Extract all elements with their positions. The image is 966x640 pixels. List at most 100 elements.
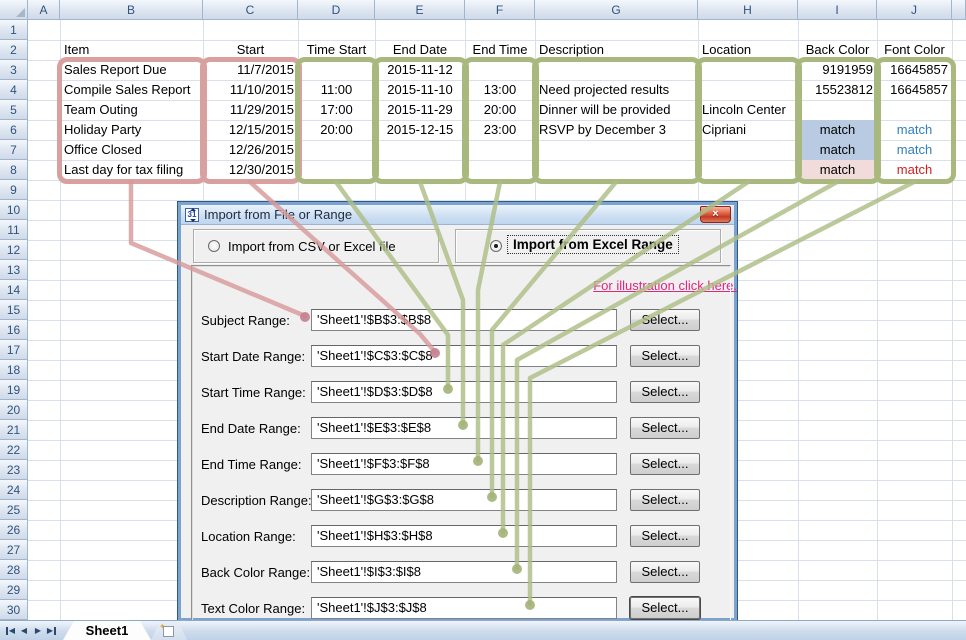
row-header-25[interactable]: 25	[0, 500, 28, 520]
column-header-J[interactable]: J	[877, 0, 952, 20]
row-header-12[interactable]: 12	[0, 240, 28, 260]
insert-worksheet-tab[interactable]: ✦	[151, 621, 187, 640]
range-outline-F	[462, 57, 539, 184]
row-header-4[interactable]: 4	[0, 80, 28, 100]
icon-down-arrow	[190, 219, 196, 222]
calendar-31-icon: 31	[185, 208, 199, 222]
first-sheet-icon[interactable]: ◀	[3, 621, 17, 640]
radio-import-range[interactable]	[490, 240, 502, 252]
range-outline-J	[874, 57, 956, 184]
range-input-G[interactable]: 'Sheet1'!$G$3:$G$8	[311, 489, 617, 511]
row-header-14[interactable]: 14	[0, 280, 28, 300]
radio-import-csv[interactable]	[208, 240, 220, 252]
column-header-C[interactable]: C	[203, 0, 298, 20]
row-header-8[interactable]: 8	[0, 160, 28, 180]
import-dialog: 31 Import from File or Range × Import fr…	[178, 202, 737, 621]
previous-sheet-icon[interactable]: ◀	[17, 621, 31, 640]
close-icon[interactable]: ×	[700, 206, 731, 223]
dialog-titlebar[interactable]: 31 Import from File or Range ×	[181, 205, 734, 225]
row-header-26[interactable]: 26	[0, 520, 28, 540]
row-header-23[interactable]: 23	[0, 460, 28, 480]
select-all-corner[interactable]	[0, 0, 28, 20]
row-header-1[interactable]: 1	[0, 20, 28, 40]
row-header-27[interactable]: 27	[0, 540, 28, 560]
row-header-16[interactable]: 16	[0, 320, 28, 340]
row-header-28[interactable]: 28	[0, 560, 28, 580]
gridline	[28, 200, 966, 201]
excel-window: ABCDEFGHIJ123456789101112131415161718192…	[0, 0, 966, 640]
field-label-J: Text Color Range:	[201, 601, 313, 616]
row-header-6[interactable]: 6	[0, 120, 28, 140]
select-button-I[interactable]: Select...	[630, 561, 700, 583]
select-button-H[interactable]: Select...	[630, 525, 700, 547]
range-input-B[interactable]: 'Sheet1'!$B$3:$B$8	[311, 309, 617, 331]
range-outline-G	[532, 57, 702, 184]
field-label-G: Description Range:	[201, 493, 313, 508]
row-header-29[interactable]: 29	[0, 580, 28, 600]
column-header-E[interactable]: E	[375, 0, 465, 20]
range-input-H[interactable]: 'Sheet1'!$H$3:$H$8	[311, 525, 617, 547]
last-sheet-icon[interactable]: ▶	[45, 621, 59, 640]
row-header-19[interactable]: 19	[0, 380, 28, 400]
select-button-B[interactable]: Select...	[630, 309, 700, 331]
column-header-F[interactable]: F	[465, 0, 535, 20]
select-button-D[interactable]: Select...	[630, 381, 700, 403]
range-outline-I	[795, 57, 881, 184]
field-label-F: End Time Range:	[201, 457, 313, 472]
icon-up-arrow	[190, 208, 196, 211]
select-button-E[interactable]: Select...	[630, 417, 700, 439]
select-button-J[interactable]: Select...	[630, 597, 700, 619]
row-header-24[interactable]: 24	[0, 480, 28, 500]
column-header-B[interactable]: B	[60, 0, 203, 20]
sheet-tab[interactable]: Sheet1	[63, 621, 151, 640]
insert-worksheet-page-icon	[163, 626, 174, 637]
row-header-15[interactable]: 15	[0, 300, 28, 320]
range-input-I[interactable]: 'Sheet1'!$I$3:$I$8	[311, 561, 617, 583]
dialog-title: Import from File or Range	[204, 207, 352, 222]
field-label-E: End Date Range:	[201, 421, 313, 436]
row-header-3[interactable]: 3	[0, 60, 28, 80]
range-input-C[interactable]: 'Sheet1'!$C$3:$C$8	[311, 345, 617, 367]
row-header-13[interactable]: 13	[0, 260, 28, 280]
row-header-18[interactable]: 18	[0, 360, 28, 380]
row-header-21[interactable]: 21	[0, 420, 28, 440]
select-button-F[interactable]: Select...	[630, 453, 700, 475]
row-header-9[interactable]: 9	[0, 180, 28, 200]
range-outline-B	[57, 57, 207, 184]
field-label-D: Start Time Range:	[201, 385, 313, 400]
range-outline-E	[372, 57, 469, 184]
column-header-partial[interactable]	[952, 0, 966, 20]
range-outline-D	[295, 57, 379, 184]
row-header-17[interactable]: 17	[0, 340, 28, 360]
range-input-E[interactable]: 'Sheet1'!$E$3:$E$8	[311, 417, 617, 439]
radio-import-csv-label[interactable]: Import from CSV or Excel file	[228, 239, 396, 254]
column-header-H[interactable]: H	[698, 0, 798, 20]
field-label-H: Location Range:	[201, 529, 313, 544]
row-header-30[interactable]: 30	[0, 600, 28, 620]
row-header-20[interactable]: 20	[0, 400, 28, 420]
range-outline-H	[695, 57, 802, 184]
column-header-G[interactable]: G	[535, 0, 698, 20]
column-header-A[interactable]: A	[28, 0, 60, 20]
sheet-tab-bar: ◀ ◀ ▶ ▶ Sheet1 ✦	[0, 620, 966, 640]
field-label-I: Back Color Range:	[201, 565, 313, 580]
range-outline-C	[200, 57, 302, 184]
row-header-22[interactable]: 22	[0, 440, 28, 460]
column-header-I[interactable]: I	[798, 0, 877, 20]
range-input-F[interactable]: 'Sheet1'!$F$3:$F$8	[311, 453, 617, 475]
radio-import-range-label[interactable]: Import from Excel Range	[508, 236, 678, 253]
row-header-7[interactable]: 7	[0, 140, 28, 160]
range-input-J[interactable]: 'Sheet1'!$J$3:$J$8	[311, 597, 617, 619]
range-input-D[interactable]: 'Sheet1'!$D$3:$D$8	[311, 381, 617, 403]
column-header-D[interactable]: D	[298, 0, 375, 20]
field-label-B: Subject Range:	[201, 313, 313, 328]
next-sheet-icon[interactable]: ▶	[31, 621, 45, 640]
row-header-2[interactable]: 2	[0, 40, 28, 60]
field-label-C: Start Date Range:	[201, 349, 313, 364]
row-header-10[interactable]: 10	[0, 200, 28, 220]
row-header-5[interactable]: 5	[0, 100, 28, 120]
select-button-G[interactable]: Select...	[630, 489, 700, 511]
row-header-11[interactable]: 11	[0, 220, 28, 240]
select-button-C[interactable]: Select...	[630, 345, 700, 367]
select-all-triangle-icon	[16, 8, 25, 17]
